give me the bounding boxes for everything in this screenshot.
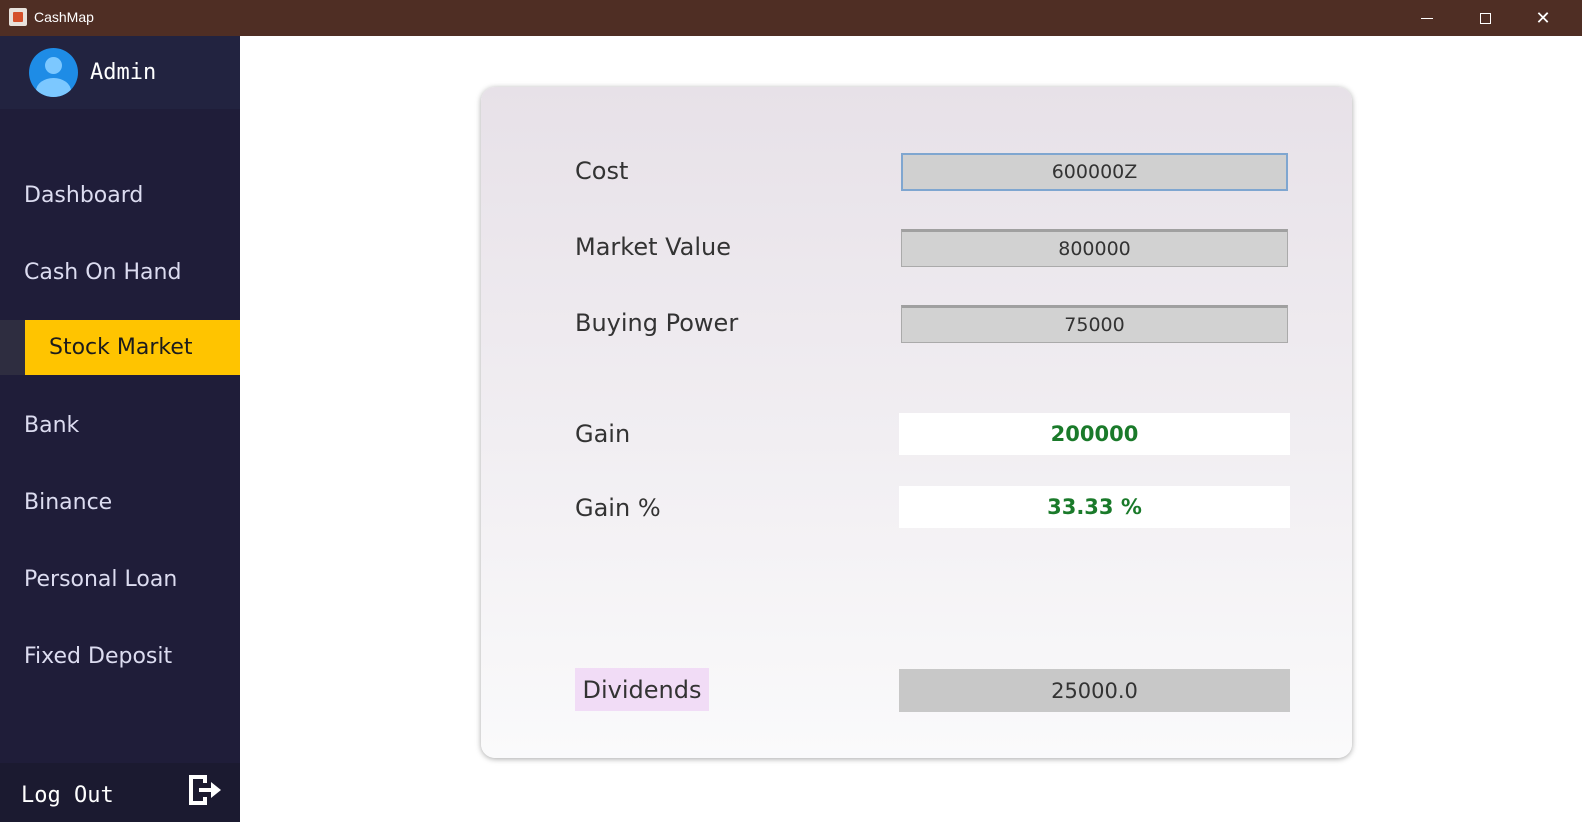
user-name: Admin [90, 60, 157, 85]
dividends-value: 25000.0 [899, 669, 1290, 712]
stock-market-form: Cost 600000Z Market Value 800000 Buying … [481, 87, 1352, 758]
sidebar-item-binance[interactable]: Binance [24, 490, 112, 515]
avatar-icon [29, 48, 78, 97]
gain-value: 200000 [899, 413, 1290, 455]
sidebar-item-bank[interactable]: Bank [24, 413, 79, 438]
logout-label: Log Out [21, 783, 114, 808]
window-title: CashMap [34, 9, 94, 25]
sidebar-item-personal-loan[interactable]: Personal Loan [24, 567, 177, 592]
market-value-label: Market Value [575, 233, 732, 261]
minimize-button[interactable] [1398, 0, 1456, 36]
sidebar: Admin Dashboard Cash On Hand Stock Marke… [0, 36, 240, 822]
sidebar-item-stock-market[interactable]: Stock Market [25, 320, 240, 375]
logout-icon [189, 775, 221, 805]
sidebar-item-fixed-deposit[interactable]: Fixed Deposit [24, 644, 172, 669]
close-icon: ✕ [1535, 7, 1551, 29]
active-item-marker [0, 320, 25, 375]
maximize-icon [1479, 12, 1491, 24]
minimize-icon [1421, 17, 1433, 19]
close-button[interactable]: ✕ [1514, 0, 1572, 36]
profile-header: Admin [0, 36, 240, 109]
dividends-label: Dividends [575, 668, 709, 711]
gain-label: Gain [575, 420, 631, 448]
sidebar-item-dashboard[interactable]: Dashboard [24, 183, 143, 208]
cost-input[interactable]: 600000Z [901, 153, 1288, 191]
sidebar-item-cash-on-hand[interactable]: Cash On Hand [24, 260, 181, 285]
gain-percent-value: 33.33 % [899, 486, 1290, 528]
logout-button[interactable]: Log Out [0, 763, 240, 822]
title-bar: CashMap ✕ [0, 0, 1582, 36]
maximize-button[interactable] [1456, 0, 1514, 36]
market-value-input[interactable]: 800000 [901, 229, 1288, 267]
cost-label: Cost [575, 157, 629, 185]
buying-power-input[interactable]: 75000 [901, 305, 1288, 343]
buying-power-label: Buying Power [575, 309, 739, 337]
gain-percent-label: Gain % [575, 494, 661, 522]
app-icon [9, 8, 27, 26]
